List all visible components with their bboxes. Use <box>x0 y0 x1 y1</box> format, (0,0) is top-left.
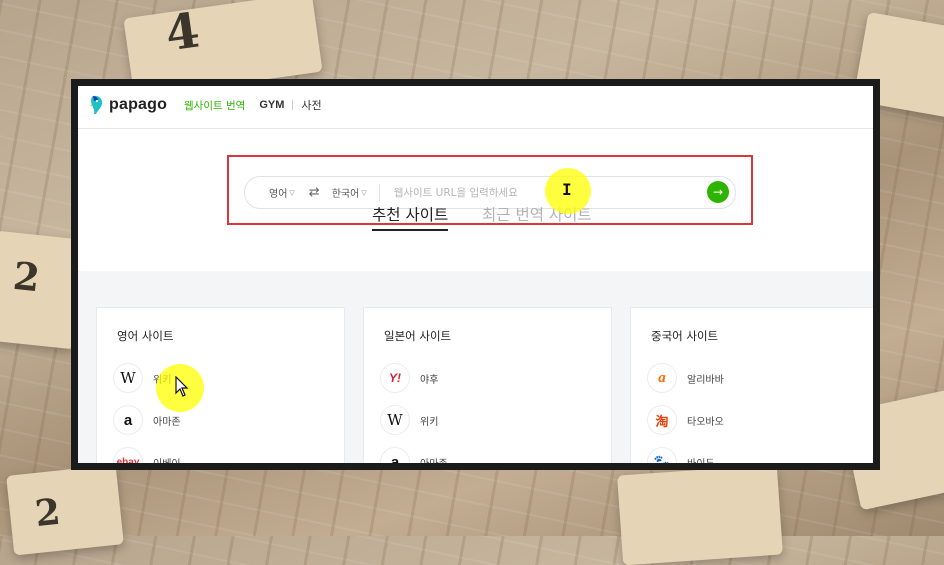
search-section: 영어 ▽ ⇄ 한국어 ▽ → <box>78 129 873 271</box>
amazon-icon: a <box>380 447 410 463</box>
target-language-label: 한국어 <box>331 189 360 200</box>
taobao-icon: 淘 <box>647 405 677 435</box>
papago-logo[interactable]: papago <box>90 95 167 115</box>
site-label: 아마존 <box>420 455 448 464</box>
chevron-down-icon: ▽ <box>289 188 295 197</box>
logo-text: papago <box>109 96 168 113</box>
papago-parrot-icon <box>90 95 104 115</box>
card-japanese-sites: 일본어 사이트 Y! 야후 W 위키 a 아마존 <box>363 307 612 463</box>
site-item-amazon[interactable]: a 아마존 <box>380 447 448 463</box>
wikipedia-icon: W <box>113 363 143 393</box>
target-language-select[interactable]: 한국어 ▽ <box>331 185 367 201</box>
background-tile: 2 <box>6 464 124 556</box>
screenshot-frame: papago 웹사이트 번역 GYM 사전 영어 ▽ ⇄ 한국어 ▽ 웹사이트 … <box>71 79 880 470</box>
swap-languages-icon[interactable]: ⇄ <box>309 185 320 200</box>
tab-recommended[interactable]: 추천 사이트 <box>372 203 449 231</box>
site-tabs: 추천 사이트 최근 번역 사이트 <box>78 203 873 231</box>
card-title: 일본어 사이트 <box>384 329 452 343</box>
chevron-down-icon: ▽ <box>361 188 367 197</box>
site-item-wiki[interactable]: W 위키 <box>380 405 438 435</box>
source-language-select[interactable]: 영어 ▽ <box>269 185 295 201</box>
site-item-ebay[interactable]: ebay 이베이 <box>113 447 181 463</box>
site-label: 타오바오 <box>687 416 724 428</box>
url-input[interactable] <box>391 185 686 200</box>
site-item-taobao[interactable]: 淘 타오바오 <box>647 405 724 435</box>
site-label: 위키 <box>420 416 439 428</box>
pointer-cursor-icon <box>175 376 189 397</box>
wikipedia-icon: W <box>380 405 410 435</box>
nav-gym[interactable]: GYM <box>259 99 284 111</box>
site-item-alibaba[interactable]: a 알리바바 <box>647 363 724 393</box>
site-label: 바이두 <box>687 455 715 464</box>
card-title: 중국어 사이트 <box>651 329 719 343</box>
site-item-baidu[interactable]: 🐾 바이두 <box>647 447 715 463</box>
divider <box>378 184 380 201</box>
yahoo-icon: Y! <box>380 363 410 393</box>
card-english-sites: 영어 사이트 W 위키 a 아마존 ebay 이베이 <box>96 307 345 463</box>
card-title: 영어 사이트 <box>117 329 174 343</box>
nav-website-translate[interactable]: 웹사이트 번역 <box>184 98 245 113</box>
nav-dictionary[interactable]: 사전 <box>301 97 321 113</box>
ebay-icon: ebay <box>113 447 143 463</box>
top-nav: 웹사이트 번역 GYM 사전 <box>184 97 322 113</box>
text-cursor-icon: I <box>562 180 572 199</box>
browser-viewport: papago 웹사이트 번역 GYM 사전 영어 ▽ ⇄ 한국어 ▽ 웹사이트 … <box>78 86 873 463</box>
site-item-yahoo[interactable]: Y! 야후 <box>380 363 438 393</box>
site-label: 알리바바 <box>687 374 724 386</box>
nav-divider <box>292 100 294 110</box>
site-label: 아마존 <box>153 416 181 428</box>
translate-go-button[interactable]: → <box>707 181 729 203</box>
background-tile <box>617 464 783 565</box>
card-chinese-sites: 중국어 사이트 a 알리바바 淘 타오바오 🐾 바이두 <box>630 307 873 463</box>
arrow-right-icon: → <box>712 185 724 199</box>
source-language-label: 영어 <box>269 189 288 200</box>
amazon-icon: a <box>113 405 143 435</box>
alibaba-icon: a <box>647 363 677 393</box>
site-label: 야후 <box>420 374 439 386</box>
site-label: 이베이 <box>153 455 181 464</box>
baidu-icon: 🐾 <box>647 447 677 463</box>
top-nav-bar: papago 웹사이트 번역 GYM 사전 <box>78 86 873 129</box>
